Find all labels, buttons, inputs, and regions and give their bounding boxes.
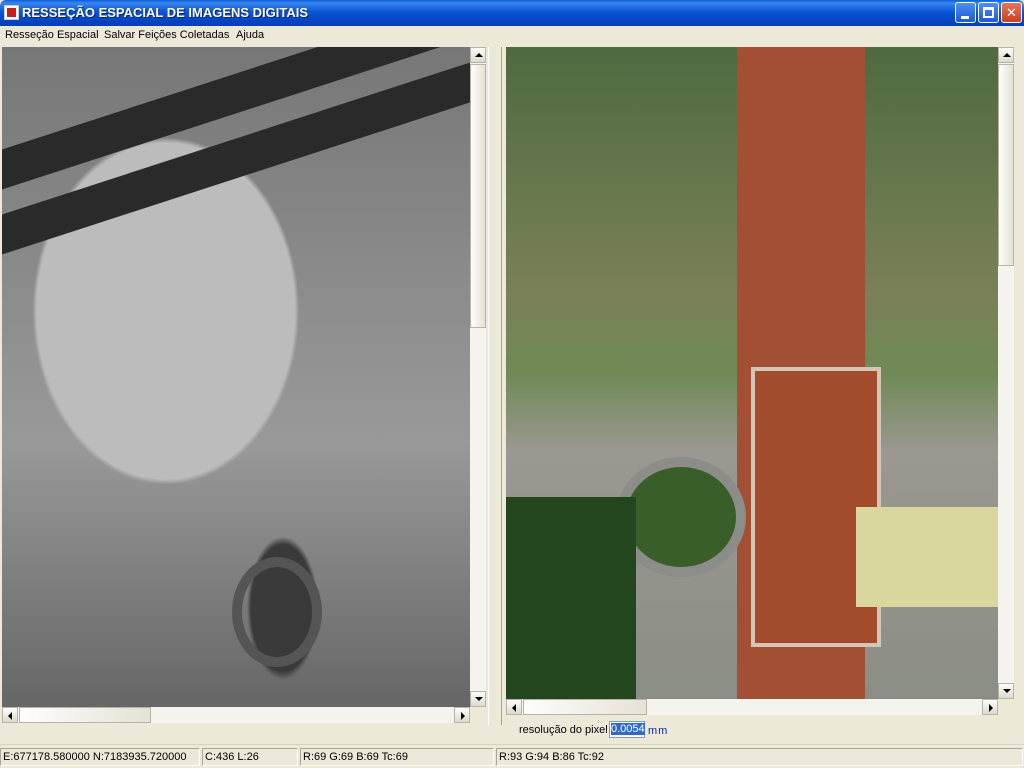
close-button[interactable]: ✕	[1001, 2, 1022, 23]
right-image-annex	[856, 507, 998, 607]
left-vertical-scrollbar[interactable]	[470, 47, 486, 707]
pixel-resolution-input[interactable]: 0.0054	[609, 721, 645, 738]
status-right-pixel-values: R:93 G:94 B:86 Tc:92	[496, 748, 1023, 766]
arrow-left-icon	[8, 712, 12, 720]
status-bar: E:677178.580000 N:7183935.720000 C:436 L…	[0, 744, 1024, 768]
arrow-left-icon	[512, 704, 516, 712]
arrow-up-icon	[1003, 53, 1011, 57]
right-vertical-scrollbar[interactable]	[998, 47, 1014, 699]
app-icon[interactable]	[4, 5, 19, 20]
right-vertical-scroll-thumb[interactable]	[998, 64, 1014, 266]
right-scroll-up-button[interactable]	[998, 47, 1014, 63]
menu-salvar-feicoes[interactable]: Salvar Feições Coletadas	[104, 29, 229, 41]
arrow-down-icon	[475, 697, 483, 701]
menu-ajuda[interactable]: Ajuda	[236, 29, 264, 41]
window-title: RESSEÇÃO ESPACIAL DE IMAGENS DIGITAIS	[22, 5, 309, 20]
arrow-up-icon	[475, 53, 483, 57]
pixel-resolution-unit: mm	[648, 725, 669, 737]
left-horizontal-scrollbar[interactable]	[2, 707, 470, 723]
right-scroll-down-button[interactable]	[998, 683, 1014, 699]
close-icon: ✕	[1006, 5, 1017, 20]
right-scroll-left-button[interactable]	[506, 699, 522, 715]
status-coordinates: E:677178.580000 N:7183935.720000	[0, 748, 200, 766]
minimize-icon	[961, 16, 969, 19]
right-horizontal-scrollbar[interactable]	[506, 699, 998, 715]
left-image-view[interactable]	[2, 47, 470, 707]
left-scroll-right-button[interactable]	[454, 707, 470, 723]
arrow-right-icon	[989, 704, 993, 712]
minimize-button[interactable]	[955, 2, 976, 23]
left-scroll-up-button[interactable]	[470, 47, 486, 63]
maximize-icon	[983, 7, 994, 18]
right-horizontal-scroll-thumb[interactable]	[523, 699, 647, 715]
left-horizontal-scroll-thumb[interactable]	[19, 707, 151, 723]
menu-bar: Resseção Espacial Salvar Feições Coletad…	[0, 26, 1024, 46]
right-image-view[interactable]	[506, 47, 998, 699]
menu-resseccao-espacial[interactable]: Resseção Espacial	[5, 29, 99, 41]
pixel-resolution-label: resolução do pixel	[519, 724, 608, 736]
right-image-roundabout	[616, 457, 746, 577]
maximize-button[interactable]	[978, 2, 999, 23]
title-bar[interactable]: RESSEÇÃO ESPACIAL DE IMAGENS DIGITAIS ✕	[0, 0, 1024, 26]
left-scroll-left-button[interactable]	[2, 707, 18, 723]
status-left-pixel-values: R:69 G:69 B:69 Tc:69	[300, 748, 494, 766]
pane-splitter[interactable]	[488, 47, 502, 725]
arrow-down-icon	[1003, 689, 1011, 693]
left-image-loop	[232, 557, 322, 667]
status-column-line: C:436 L:26	[202, 748, 298, 766]
arrow-right-icon	[461, 712, 465, 720]
left-scroll-down-button[interactable]	[470, 691, 486, 707]
pixel-resolution-value: 0.0054	[611, 723, 645, 735]
left-vertical-scroll-thumb[interactable]	[470, 64, 486, 328]
right-scroll-right-button[interactable]	[982, 699, 998, 715]
